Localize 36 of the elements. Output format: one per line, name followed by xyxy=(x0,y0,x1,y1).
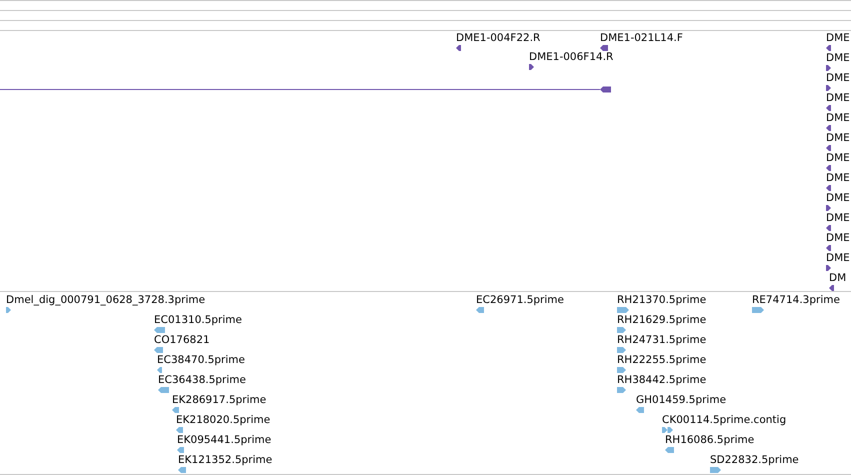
feature-label: RH21629.5prime xyxy=(617,314,706,327)
feature-label: EC01310.5prime xyxy=(154,314,242,327)
feature-label: SD22832.5prime xyxy=(710,454,799,467)
feature-label: RH38442.5prime xyxy=(617,374,706,387)
feature-label: DME1-004F22.R xyxy=(456,32,540,45)
feature-label: EK218020.5prime xyxy=(176,414,270,427)
feature-label: EK286917.5prime xyxy=(172,394,266,407)
feature-label: RE74714.3prime xyxy=(752,294,840,307)
feature-label: CK00114.5prime.contig xyxy=(662,414,786,427)
feature-label: EC38470.5prime xyxy=(157,354,245,367)
feature-label: CO176821 xyxy=(154,334,210,347)
feature-label: RH22255.5prime xyxy=(617,354,706,367)
feature-label: DME xyxy=(826,52,850,65)
feature-label: DME xyxy=(826,112,850,125)
feature-label: EC26971.5prime xyxy=(476,294,564,307)
feature-label: DME xyxy=(826,32,850,45)
feature-label: DME xyxy=(826,252,850,265)
feature-label: Dmel_dig_000791_0628_3728.3prime xyxy=(6,294,206,307)
feature-label: RH16086.5prime xyxy=(665,434,754,447)
feature-label: EC36438.5prime xyxy=(158,374,246,387)
feature-label: RH21370.5prime xyxy=(617,294,706,307)
feature-label: DME xyxy=(826,232,850,245)
feature-label: EK095441.5prime xyxy=(177,434,272,447)
feature-label: DME xyxy=(826,92,850,105)
feature-label: DM xyxy=(829,272,846,285)
feature-label: DME xyxy=(826,172,850,185)
feature-label: DME1-021L14.F xyxy=(600,32,683,45)
feature-label: DME xyxy=(826,192,850,205)
feature-label: DME xyxy=(826,152,850,165)
feature-label: EK121352.5prime xyxy=(178,454,272,467)
feature-label: RH24731.5prime xyxy=(617,334,706,347)
feature-label: DME xyxy=(826,132,850,145)
feature-label: DME xyxy=(826,212,850,225)
feature-label: DME1-006F14.R xyxy=(529,51,614,64)
feature-label: DME xyxy=(826,72,850,85)
feature-label: GH01459.5prime xyxy=(636,394,726,407)
